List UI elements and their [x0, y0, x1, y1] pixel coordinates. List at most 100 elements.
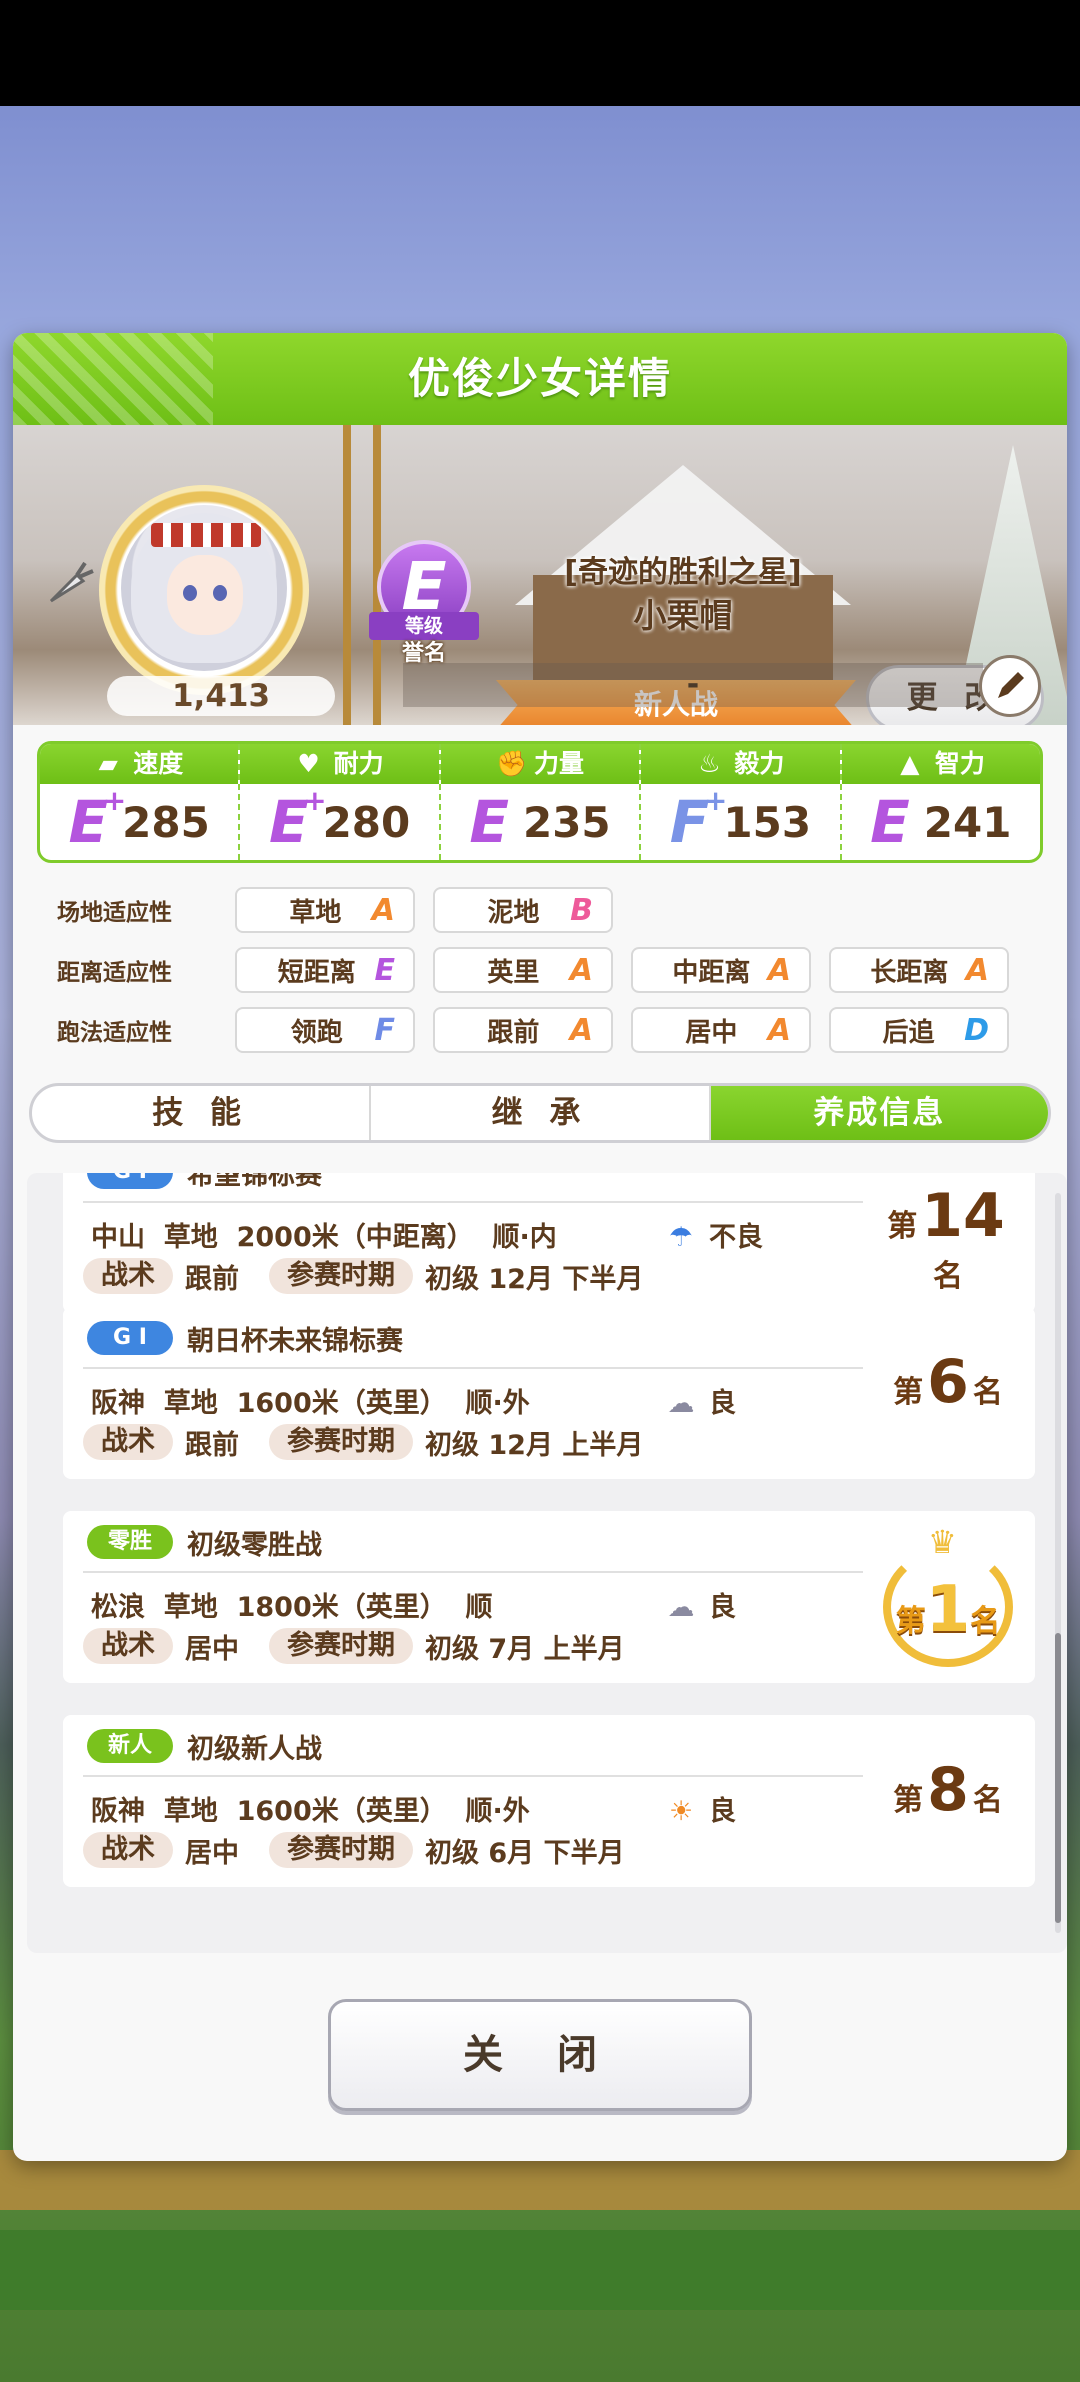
dialog-header: 优俊少女详情: [13, 333, 1067, 425]
tab-training-info[interactable]: 养成信息: [710, 1086, 1048, 1140]
first-place-badge: ♛ 第1名: [873, 1517, 1023, 1677]
stat-label: 力量: [534, 749, 585, 778]
stat-label: 智力: [934, 749, 985, 778]
aptitude-chip: 短距离 E: [235, 947, 415, 993]
edit-icon[interactable]: [979, 655, 1041, 717]
aptitude-chip: 领跑 F: [235, 1007, 415, 1053]
stat-value: 280: [322, 797, 411, 847]
race-card[interactable]: G I 朝日杯未来锦标赛阪神 草地 1600米（英里） 顺·外 ☁ 良战术 跟前 参赛时期…: [63, 1307, 1035, 1479]
track-aptitude-row: 场地适应性 草地 A 泥地 B: [57, 887, 631, 933]
race-card[interactable]: 零胜 初级零胜战 松浪 草地 1800米（英里） 顺 ☁ 良战术 居中 参赛时期 初级 7月 …: [63, 1511, 1035, 1683]
period-label: 参赛时期: [269, 1258, 413, 1294]
race-placement: 第8 名: [893, 1755, 1003, 1825]
tab-skills[interactable]: 技 能: [32, 1086, 372, 1140]
stat-label: 毅力: [734, 749, 785, 778]
stat-value: 285: [122, 797, 210, 847]
stat-grade: F +: [669, 784, 728, 856]
aptitude-label: 跑法适应性: [57, 1020, 172, 1046]
muscle-icon: ✊: [496, 749, 528, 778]
race-name: 初级新人战: [187, 1733, 322, 1765]
distance-aptitude-row: 距离适应性 短距离 E 英里 A 中距离 A 长距离 A: [57, 947, 1027, 993]
aptitude-chip: 草地 A: [235, 887, 415, 933]
tactic-label: 战术: [83, 1832, 173, 1868]
race-grade-tag: 零胜: [87, 1525, 173, 1559]
race-weather: ☁ 良: [663, 1381, 737, 1420]
race-info: 松浪 草地 1800米（英里） 顺: [91, 1592, 493, 1623]
stat-grade: E: [870, 788, 910, 856]
race-history-list[interactable]: G I希望锦标赛中山 草地 2000米（中距离） 顺·内☂不良战术跟前参赛时期初…: [27, 1173, 1067, 1953]
race-placement: 第14名: [887, 1181, 1005, 1294]
stat-3: ♨ 毅力 F +153: [641, 744, 842, 860]
race-weather: ☂ 不良: [663, 1215, 763, 1254]
detail-tabs: 技 能 继 承 养成信息: [29, 1083, 1051, 1143]
crown-icon: ♛: [928, 1523, 957, 1561]
stat-grade: E +: [268, 784, 327, 856]
tab-inheritance[interactable]: 继 承: [371, 1086, 711, 1140]
period-value: 初级 12月 下半月: [425, 1263, 644, 1295]
cloud-icon: ☁: [667, 1388, 695, 1419]
aptitude-chip: 居中 A: [631, 1007, 811, 1053]
aptitude-chip: 英里 A: [433, 947, 613, 993]
race-info: 中山 草地 2000米（中距离） 顺·内: [91, 1222, 557, 1253]
tactic-value: 居中: [185, 1837, 239, 1869]
race-name: 希望锦标赛: [187, 1173, 322, 1191]
period-label: 参赛时期: [269, 1628, 413, 1664]
umamusume-detail-dialog: 优俊少女详情 E 等级 誉名 [奇迹的胜利之星] 小栗帽 新人战 更 改 1,4: [13, 333, 1067, 2161]
race-card[interactable]: 新人 初级新人战阪神 草地 1600米（英里） 顺·外 ☀ 良战术 居中 参赛时期 初级 6…: [63, 1715, 1035, 1887]
stat-1: ♥ 耐力 E +280: [240, 744, 441, 860]
character-title: [奇迹的胜利之星]: [564, 555, 802, 590]
tactic-value: 居中: [185, 1633, 239, 1665]
stat-2: ✊ 力量 E 235: [440, 744, 642, 860]
aptitude-label: 距离适应性: [57, 960, 172, 986]
tactic-label: 战术: [83, 1258, 173, 1294]
race-info: 阪神 草地 1600米（英里） 顺·外: [91, 1388, 530, 1419]
race-weather: ☁ 良: [663, 1585, 737, 1624]
shoe-icon: ▰: [98, 749, 118, 778]
race-grade-tag: G I: [87, 1321, 173, 1355]
aptitude-chip: 泥地 B: [433, 887, 613, 933]
race-placement: 第6 名: [893, 1347, 1003, 1417]
status-bar: [0, 0, 1080, 106]
race-weather: ☀ 良: [663, 1789, 736, 1828]
period-label: 参赛时期: [269, 1424, 413, 1460]
stat-label: 速度: [133, 749, 184, 778]
stat-grade: E: [469, 788, 509, 856]
carrot-icon: [49, 561, 94, 603]
race-info: 阪神 草地 1600米（英里） 顺·外: [91, 1796, 530, 1827]
period-value: 初级 6月 下半月: [425, 1837, 625, 1869]
character-portrait[interactable]: [121, 505, 287, 671]
graduation-cap-icon: ▲: [900, 749, 920, 778]
period-value: 初级 7月 上半月: [425, 1633, 625, 1665]
tactic-label: 战术: [83, 1424, 173, 1460]
race-name: 初级零胜战: [187, 1529, 322, 1561]
tactic-value: 跟前: [185, 1429, 239, 1461]
aptitude-label: 场地适应性: [57, 900, 172, 926]
sun-icon: ☀: [668, 1796, 694, 1827]
aptitude-chip: 跟前 A: [433, 1007, 613, 1053]
stat-value: 241: [923, 797, 1012, 847]
race-name: 朝日杯未来锦标赛: [187, 1325, 403, 1357]
race-grade-tag: G I: [87, 1173, 173, 1189]
dialog-title: 优俊少女详情: [407, 354, 672, 403]
character-name: 小栗帽: [633, 596, 733, 635]
stat-grade: E +: [68, 784, 127, 856]
race-grade-tag: 新人: [87, 1729, 173, 1763]
scrollbar[interactable]: [1055, 1193, 1061, 1933]
fan-count: 1,413: [107, 676, 335, 716]
period-value: 初级 12月 上半月: [425, 1429, 644, 1461]
race-card[interactable]: G I 希望锦标赛中山 草地 2000米（中距离） 顺·内 ☂不良战术跟前参赛时期初…: [63, 1173, 1035, 1313]
umbrella-icon: ☂: [668, 1222, 694, 1253]
stat-4: ▲ 智力 E 241: [841, 744, 1040, 860]
stat-label: 耐力: [333, 749, 384, 778]
memo-field: -: [403, 663, 983, 707]
heart-icon: ♥: [297, 749, 320, 778]
cloud-icon: ☁: [667, 1592, 695, 1623]
style-aptitude-row: 跑法适应性 领跑 F 跟前 A 居中 A 后追 D: [57, 1007, 1027, 1053]
stat-value: 235: [522, 797, 611, 847]
close-button[interactable]: 关 闭: [328, 1999, 752, 2111]
background-grass: [0, 2230, 1080, 2310]
aptitude-chip: 后追 D: [829, 1007, 1009, 1053]
period-label: 参赛时期: [269, 1832, 413, 1868]
stat-0: ▰ 速度 E +285: [40, 744, 241, 860]
aptitude-chip: 长距离 A: [829, 947, 1009, 993]
